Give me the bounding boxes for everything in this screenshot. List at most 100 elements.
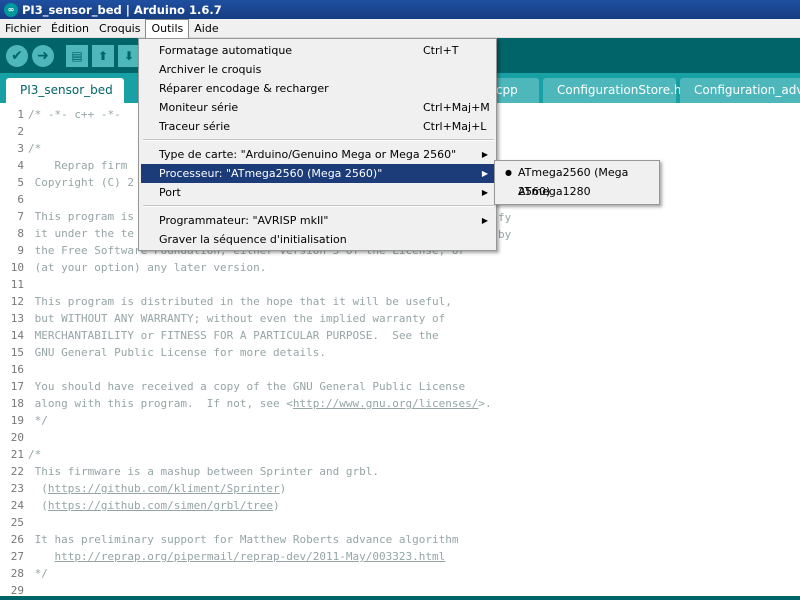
line-number: 19 [10,414,24,427]
menu-item-processor[interactable]: Processeur: "ATmega2560 (Mega 2560)" ▶ [141,164,494,183]
menu-item-board-type[interactable]: Type de carte: "Arduino/Genuino Mega or … [141,145,494,164]
line-number: 16 [10,363,24,376]
menu-aide[interactable]: Aide [189,19,223,38]
code-line: (https://github.com/kliment/Sprinter) [28,482,287,495]
menu-fichier[interactable]: Fichier [0,19,46,38]
submenu-arrow-icon: ▶ [481,169,488,178]
line-number: 11 [10,278,24,291]
code-line: Reprap firm [28,159,128,172]
save-button[interactable]: ⬇ [118,45,140,67]
shortcut-label: Ctrl+T [423,44,459,57]
line-number: 3 [17,142,24,155]
shortcut-label: Ctrl+Maj+M [423,101,490,114]
line-number: 1 [17,108,24,121]
code-line: /* [28,142,42,155]
upload-button[interactable]: ➜ [32,45,54,67]
code-line: GNU General Public License for more deta… [28,346,327,359]
line-number: 9 [17,244,24,257]
window-title: PI3_sensor_bed | Arduino 1.6.7 [22,2,222,17]
menu-bar: Fichier Édition Croquis Outils Aide [0,18,800,38]
code-line: http://reprap.org/pipermail/reprap-dev/2… [28,550,446,563]
submenu-arrow-icon: ▶ [481,216,488,225]
line-number: 12 [10,295,24,308]
code-fragment: by [498,228,512,241]
menu-item-label: Processeur: "ATmega2560 (Mega 2560)" [159,167,383,180]
processor-submenu: ● ATmega2560 (Mega 2560) ATmega1280 [494,160,660,205]
menu-item-label: Type de carte: "Arduino/Genuino Mega or … [159,148,457,161]
code-line: You should have received a copy of the G… [28,380,466,393]
line-number: 7 [17,210,24,223]
submenu-arrow-icon: ▶ [481,188,488,197]
code-line: (at your option) any later version. [28,261,267,274]
line-number: 24 [10,499,24,512]
code-line: */ [28,414,48,427]
menu-item-label: Moniteur série [159,101,239,114]
line-number: 10 [10,261,24,274]
line-number: 25 [10,516,24,529]
line-number: 13 [10,312,24,325]
menu-item-label: Formatage automatique [159,44,293,57]
menu-item-archive-sketch[interactable]: Archiver le croquis [141,60,494,79]
line-number: 29 [10,584,24,596]
menu-item-programmer[interactable]: Programmateur: "AVRISP mkII" ▶ [141,211,494,230]
code-line: It has preliminary support for Matthew R… [28,533,459,546]
processor-option-atmega2560[interactable]: ● ATmega2560 (Mega 2560) [497,163,657,198]
menu-item-fix-encoding[interactable]: Réparer encodage & recharger [141,79,494,98]
line-number: 26 [10,533,24,546]
menu-item-label: Programmateur: "AVRISP mkII" [159,214,329,227]
menu-item-label: Graver la séquence d'initialisation [159,233,347,246]
processor-option-atmega1280[interactable]: ATmega1280 [497,182,657,201]
line-number: 5 [17,176,24,189]
menu-item-serial-plotter[interactable]: Traceur série Ctrl+Maj+L [141,117,494,136]
processor-option-label: ATmega1280 [518,185,591,198]
code-line: This program is distributed in the hope … [28,295,452,308]
code-link[interactable]: https://github.com/kliment/Sprinter [48,482,280,495]
verify-button[interactable]: ✔ [6,45,28,67]
line-number: 6 [17,193,24,206]
outils-dropdown-menu: Formatage automatique Ctrl+T Archiver le… [138,38,497,251]
menu-edition[interactable]: Édition [46,19,94,38]
tab-pi3-sensor-bed[interactable]: PI3_sensor_bed [6,78,124,103]
title-bar: ∞ PI3_sensor_bed | Arduino 1.6.7 [0,0,800,19]
line-number: 2 [17,125,24,138]
code-line: along with this program. If not, see <ht… [28,397,492,410]
menu-outils[interactable]: Outils [145,18,190,38]
menu-item-label: Réparer encodage & recharger [159,82,329,95]
code-line: it under the te [28,227,134,240]
menu-item-label: Traceur série [159,120,231,133]
code-line: /* [28,448,42,461]
code-line: */ [28,567,48,580]
line-number-gutter: 1 2 3 4 5 6 7 8 9 10 11 12 13 14 15 16 17 18 19 20 21 22 23 24 2… [0,103,28,596]
menu-item-port[interactable]: Port ▶ [141,183,494,202]
menu-item-burn-bootloader[interactable]: Graver la séquence d'initialisation [141,230,494,249]
line-number: 20 [10,431,24,444]
status-bar [0,596,800,600]
line-number: 23 [10,482,24,495]
menu-item-serial-monitor[interactable]: Moniteur série Ctrl+Maj+M [141,98,494,117]
code-line: /* -*- c++ -*- [28,108,128,121]
code-link[interactable]: http://www.gnu.org/licenses/ [293,397,478,410]
line-number: 4 [17,159,24,172]
menu-separator [143,139,494,141]
code-link[interactable]: https://github.com/simen/grbl/tree [48,499,273,512]
code-line: This program is [28,210,134,223]
line-number: 17 [10,380,24,393]
code-link[interactable]: http://reprap.org/pipermail/reprap-dev/2… [55,550,446,563]
line-number: 22 [10,465,24,478]
tab-configuration-adv[interactable]: Configuration_adv.h [680,78,800,103]
menu-croquis[interactable]: Croquis [94,19,145,38]
line-number: 18 [10,397,24,410]
tab-configuration-store[interactable]: ConfigurationStore.h [543,78,682,103]
menu-item-auto-format[interactable]: Formatage automatique Ctrl+T [141,41,494,60]
line-number: 14 [10,329,24,342]
code-line: Copyright (C) 2 [28,176,134,189]
code-line: This firmware is a mashup between Sprint… [28,465,379,478]
menu-item-label: Archiver le croquis [159,63,262,76]
menu-separator [143,205,494,207]
code-line: but WITHOUT ANY WARRANTY; without even t… [28,312,446,325]
line-number: 15 [10,346,24,359]
new-sketch-button[interactable]: ▤ [66,45,88,67]
open-button[interactable]: ⬆ [92,45,114,67]
line-number: 8 [17,227,24,240]
code-line: MERCHANTABILITY or FITNESS FOR A PARTICU… [28,329,439,342]
